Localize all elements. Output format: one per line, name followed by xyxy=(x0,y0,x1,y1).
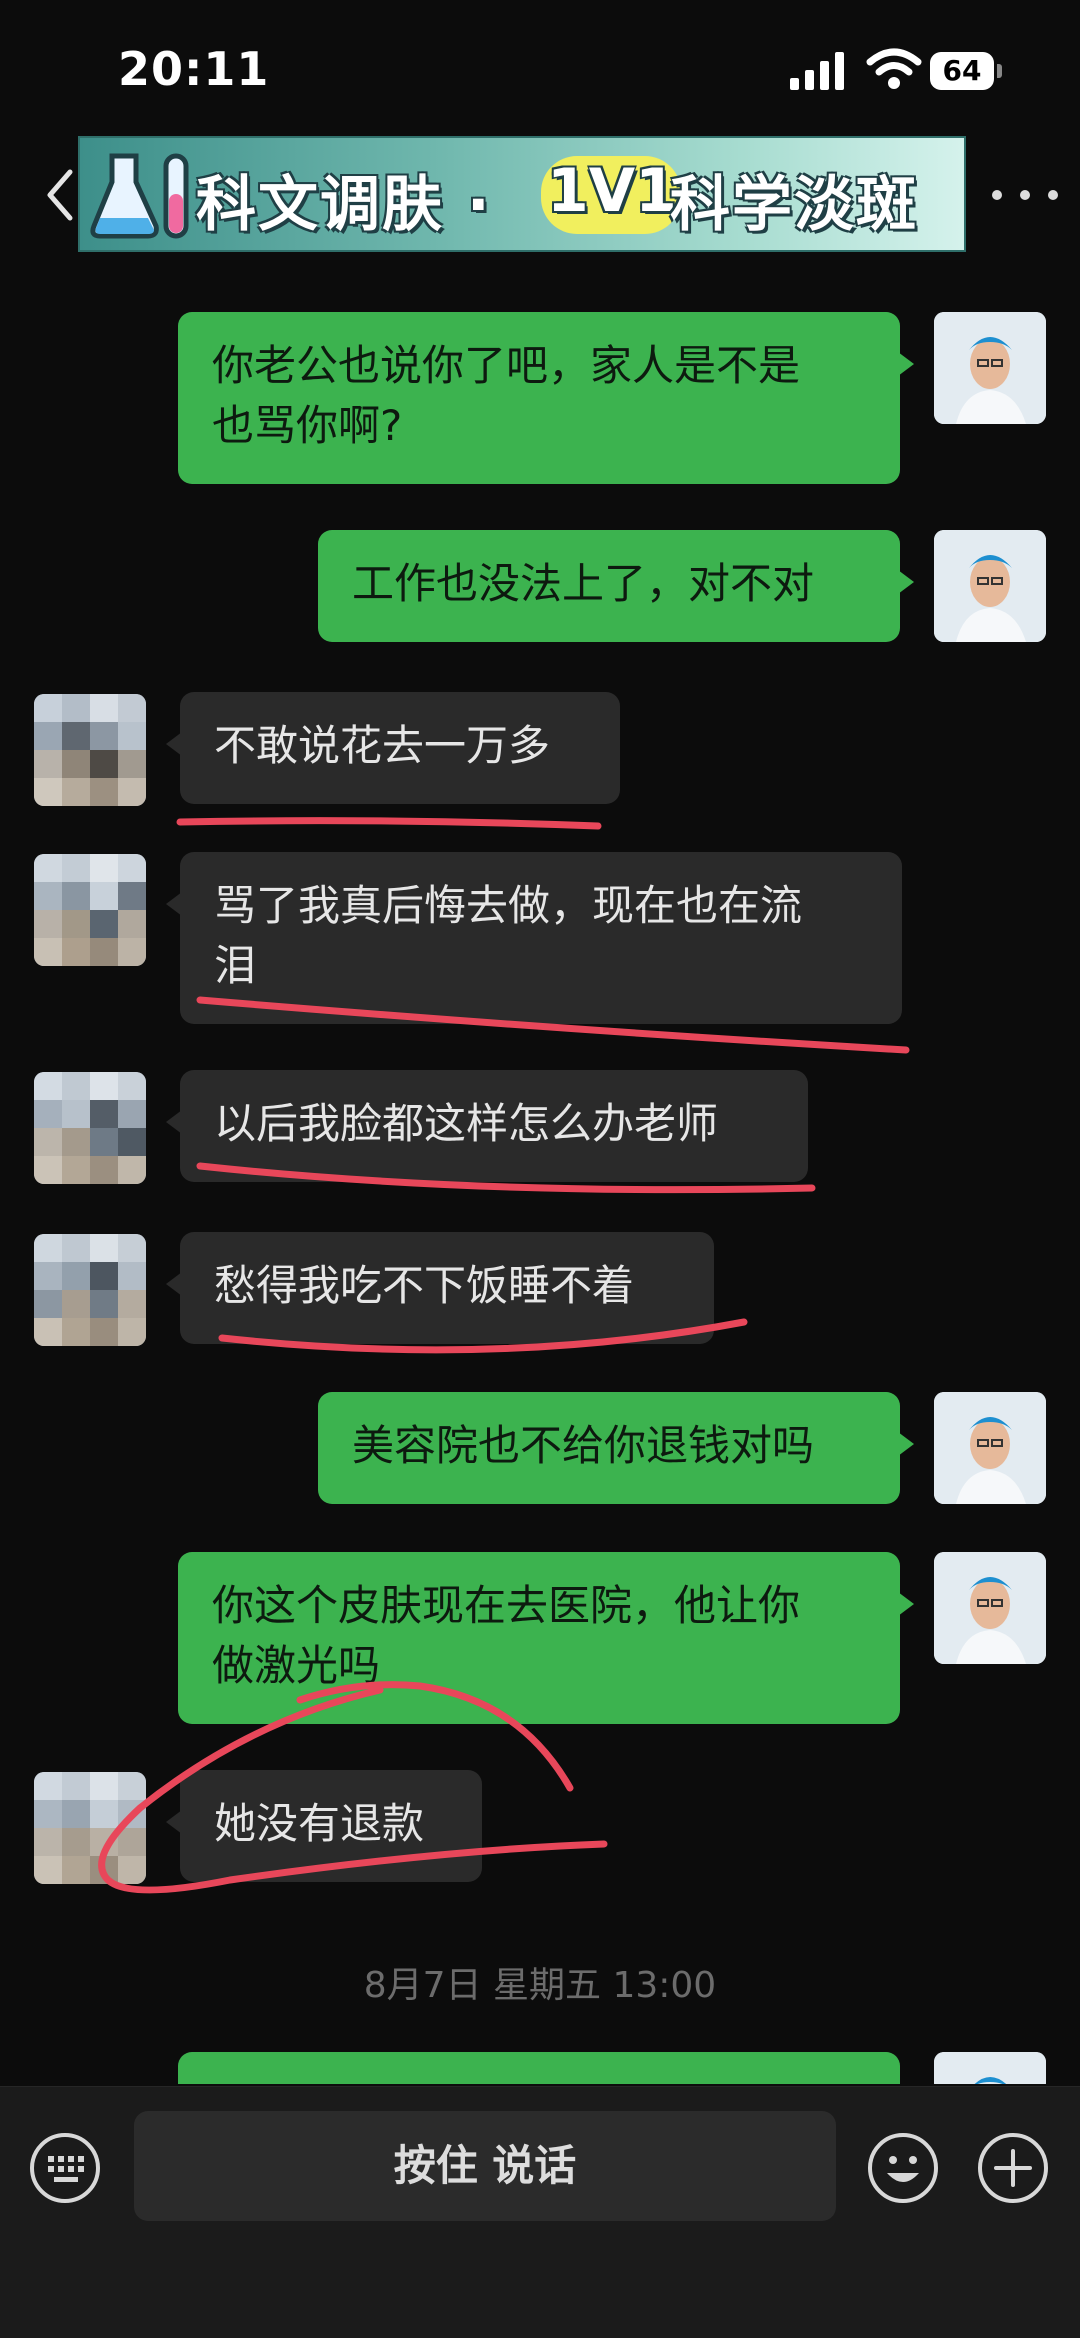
message-incoming: 她没有退款 xyxy=(0,1770,1080,1885)
banner-subtitle: 科学淡斑 xyxy=(670,170,918,240)
message-outgoing: 你这个皮肤现在去医院，他让你 做激光吗 xyxy=(0,1552,1080,1727)
battery-level: 64 xyxy=(930,52,994,90)
message-bubble[interactable]: 以后我脸都这样怎么办老师 xyxy=(166,1070,808,1182)
banner-badge: 1V1 xyxy=(541,156,681,234)
message-line: 美容院也不给你退钱对吗 xyxy=(352,1421,815,1470)
emoji-icon[interactable] xyxy=(866,2131,940,2205)
chat-area[interactable]: 你老公也说你了吧，家人是不是 也骂你啊? 工作也没法上了，对不对 不敢说花去一万… xyxy=(0,262,1080,2084)
avatar-doctor[interactable] xyxy=(934,1552,1046,1664)
message-bubble[interactable]: 工作也没法上了，对不对 xyxy=(318,530,914,642)
avatar-doctor[interactable] xyxy=(934,312,1046,424)
avatar-doctor[interactable] xyxy=(934,1392,1046,1504)
chat-timestamp: 8月7日 星期五 13:00 xyxy=(363,1965,717,2006)
message-bubble[interactable]: 愁得我吃不下饭睡不着 xyxy=(166,1232,714,1344)
message-line: 不敢说花去一万多 xyxy=(214,721,551,770)
input-bar: 按住 说话 xyxy=(0,2086,1080,2338)
message-line: 也骂你啊? xyxy=(212,401,403,450)
message-bubble[interactable]: 美容院也不给你退钱对吗 xyxy=(318,1392,914,1504)
avatar-user[interactable] xyxy=(34,694,146,806)
signal-icon xyxy=(790,52,844,90)
flask-icon xyxy=(90,153,189,239)
message-outgoing: 工作也没法上了，对不对 xyxy=(0,530,1080,645)
message-outgoing: 你老公也说你了吧，家人是不是 也骂你啊? xyxy=(0,312,1080,487)
hold-to-talk-button[interactable]: 按住 说话 xyxy=(134,2111,836,2221)
message-incoming: 以后我脸都这样怎么办老师 xyxy=(0,1070,1080,1185)
status-time: 20:11 xyxy=(118,42,270,96)
message-bubble[interactable] xyxy=(178,2052,900,2084)
avatar-user[interactable] xyxy=(34,1772,146,1884)
message-line: 愁得我吃不下饭睡不着 xyxy=(214,1261,635,1310)
keyboard-icon[interactable] xyxy=(28,2131,102,2205)
message-line: 工作也没法上了，对不对 xyxy=(352,559,815,608)
message-incoming: 骂了我真后悔去做，现在也在流 泪 xyxy=(0,852,1080,1027)
more-icon[interactable] xyxy=(990,182,1060,208)
message-line: 你老公也说你了吧，家人是不是 xyxy=(212,341,801,390)
avatar-user[interactable] xyxy=(34,1072,146,1184)
plus-icon[interactable] xyxy=(976,2131,1050,2205)
message-bubble[interactable]: 不敢说花去一万多 xyxy=(166,692,620,804)
avatar-doctor[interactable] xyxy=(934,530,1046,642)
message-line: 做激光吗 xyxy=(212,1641,381,1690)
status-bar: 20:11 64 xyxy=(0,0,1080,130)
message-line: 以后我脸都这样怎么办老师 xyxy=(214,1099,719,1148)
message-bubble[interactable]: 你这个皮肤现在去医院，他让你 做激光吗 xyxy=(178,1552,914,1724)
message-incoming: 不敢说花去一万多 xyxy=(0,692,1080,807)
chat-title-banner: 科文调肤 · 1V1 科学淡斑 xyxy=(78,136,966,252)
message-line: 骂了我真后悔去做，现在也在流 xyxy=(214,881,803,930)
message-line: 她没有退款 xyxy=(214,1799,425,1848)
banner-badge-text: 1V1 xyxy=(547,156,677,226)
wifi-icon xyxy=(866,48,922,89)
message-bubble[interactable]: 她没有退款 xyxy=(166,1770,482,1882)
message-bubble[interactable]: 你老公也说你了吧，家人是不是 也骂你啊? xyxy=(178,312,914,484)
message-outgoing xyxy=(0,2052,1080,2084)
banner-title: 科文调肤 · xyxy=(196,170,492,240)
battery-icon: 64 xyxy=(930,52,1002,90)
avatar-doctor[interactable] xyxy=(934,2052,1046,2084)
message-line: 你这个皮肤现在去医院，他让你 xyxy=(212,1581,801,1630)
message-bubble[interactable]: 骂了我真后悔去做，现在也在流 泪 xyxy=(166,852,902,1024)
chat-header: 科文调肤 · 1V1 科学淡斑 xyxy=(0,130,1080,260)
back-arrow-icon[interactable] xyxy=(40,160,80,230)
message-line: 泪 xyxy=(214,941,257,990)
avatar-user[interactable] xyxy=(34,854,146,966)
avatar-user[interactable] xyxy=(34,1234,146,1346)
message-outgoing: 美容院也不给你退钱对吗 xyxy=(0,1392,1080,1507)
message-incoming: 愁得我吃不下饭睡不着 xyxy=(0,1232,1080,1347)
